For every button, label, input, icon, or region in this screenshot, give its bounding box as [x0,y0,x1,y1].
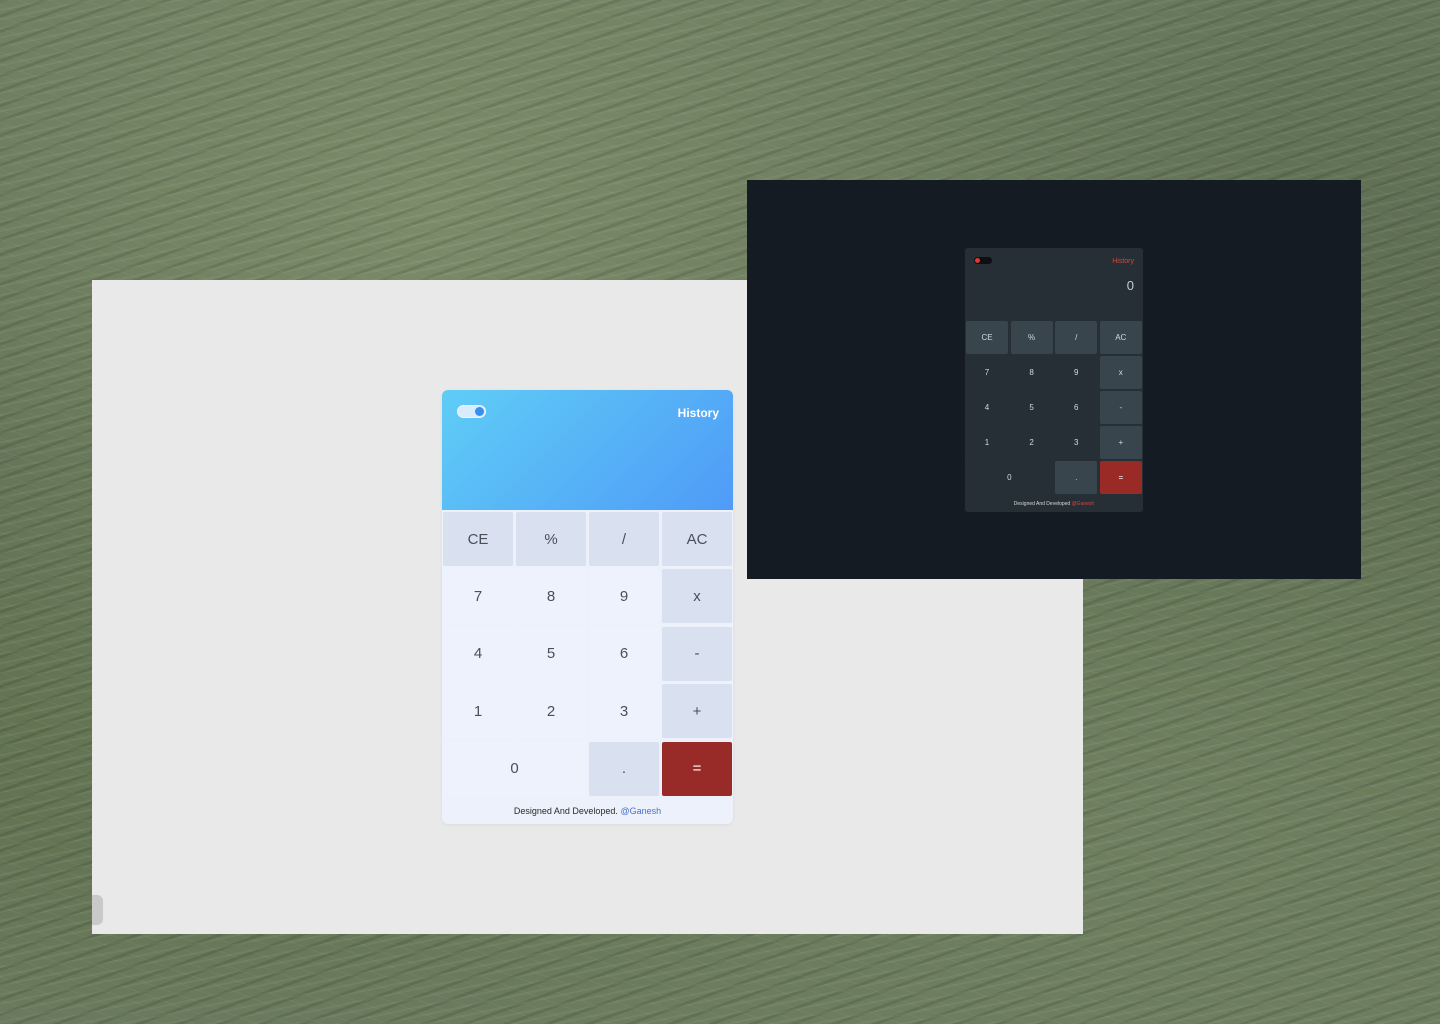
digit-1-button[interactable]: 1 [443,684,513,739]
credits-text: Designed And Developed [1013,501,1071,507]
percent-button[interactable]: % [516,512,586,566]
digit-2-button[interactable]: 2 [516,684,586,739]
digit-9-button[interactable]: 9 [1055,356,1098,389]
decimal-button[interactable]: . [1055,461,1098,494]
subtract-button[interactable]: - [1099,391,1142,424]
keypad: CE % / AC 7 8 9 x 4 5 6 - 1 2 3 + 0 . = [966,321,1142,494]
percent-button[interactable]: % [1010,321,1053,354]
multiply-button[interactable]: x [662,569,732,624]
credits-footer: Designed And Developed @Ganesh [965,501,1143,507]
clear-entry-button[interactable]: CE [966,321,1008,354]
digit-3-button[interactable]: 3 [1055,426,1098,459]
dark-calculator: History 0 CE % / AC 7 8 9 x 4 5 6 - 1 2 … [965,248,1143,512]
digit-3-button[interactable]: 3 [589,684,659,739]
decimal-button[interactable]: . [589,741,659,796]
all-clear-button[interactable]: AC [662,512,732,566]
clear-entry-button[interactable]: CE [443,512,513,566]
credits-text: Designed And Developed. [513,806,618,816]
toggle-knob [975,258,980,263]
history-button[interactable]: History [1112,258,1134,265]
toggle-knob [475,407,484,416]
author-link[interactable]: @Ganesh [1072,501,1095,507]
author-link[interactable]: @Ganesh [620,806,661,816]
calculator-display: History [442,390,733,510]
history-button[interactable]: History [678,406,719,420]
digit-5-button[interactable]: 5 [1010,391,1053,424]
multiply-button[interactable]: x [1099,356,1142,389]
digit-7-button[interactable]: 7 [443,569,513,624]
all-clear-button[interactable]: AC [1099,321,1142,354]
divide-button[interactable]: / [1055,321,1098,354]
side-panel-tab[interactable] [92,895,103,925]
equals-button[interactable]: = [662,741,732,796]
dark-theme-window: History 0 CE % / AC 7 8 9 x 4 5 6 - 1 2 … [747,180,1361,579]
equals-button[interactable]: = [1099,461,1142,494]
divide-button[interactable]: / [589,512,659,566]
digit-5-button[interactable]: 5 [516,626,586,681]
theme-toggle[interactable] [457,405,486,418]
digit-8-button[interactable]: 8 [516,569,586,624]
digit-6-button[interactable]: 6 [589,626,659,681]
add-button[interactable]: + [1099,426,1142,459]
display-value: 0 [1126,278,1134,293]
digit-1-button[interactable]: 1 [966,426,1008,459]
digit-4-button[interactable]: 4 [443,626,513,681]
digit-6-button[interactable]: 6 [1055,391,1098,424]
digit-7-button[interactable]: 7 [966,356,1008,389]
credits-footer: Designed And Developed. @Ganesh [442,806,733,816]
subtract-button[interactable]: - [662,626,732,681]
digit-0-button[interactable]: 0 [443,741,586,796]
digit-2-button[interactable]: 2 [1010,426,1053,459]
add-button[interactable]: + [662,684,732,739]
theme-toggle[interactable] [974,257,992,264]
keypad: CE % / AC 7 8 9 x 4 5 6 - 1 2 3 + 0 . = [443,510,732,796]
digit-8-button[interactable]: 8 [1010,356,1053,389]
light-calculator: History CE % / AC 7 8 9 x 4 5 6 - 1 2 3 … [442,390,733,824]
digit-0-button[interactable]: 0 [966,461,1053,494]
digit-9-button[interactable]: 9 [589,569,659,624]
digit-4-button[interactable]: 4 [966,391,1008,424]
